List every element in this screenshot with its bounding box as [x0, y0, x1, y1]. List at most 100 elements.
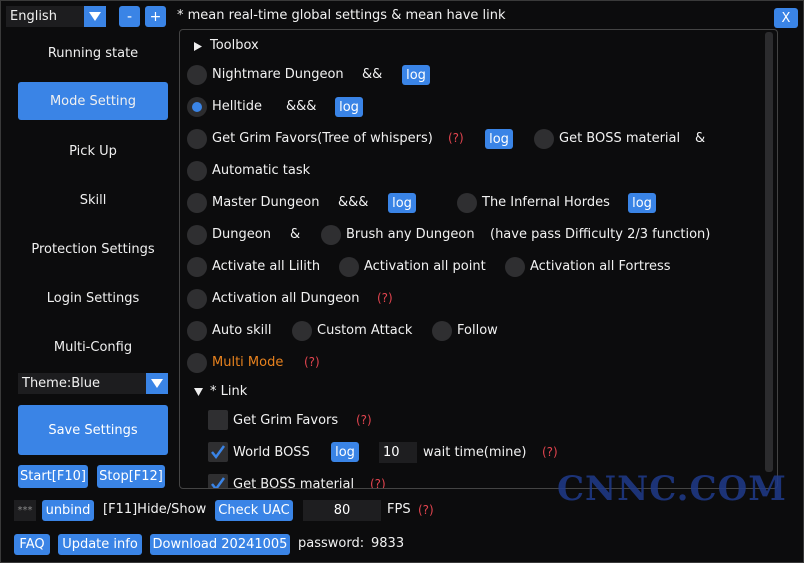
boss-material-radio[interactable] [534, 129, 554, 149]
link-boss-material-label: Get BOSS material [233, 477, 355, 489]
auto-skill-radio[interactable] [187, 321, 207, 341]
world-boss-log-button[interactable]: log [331, 442, 359, 462]
start-button[interactable]: Start[F10] [18, 465, 88, 488]
faq-button[interactable]: FAQ [14, 534, 50, 555]
fps-input[interactable]: 80 [303, 500, 381, 521]
grim-favors-help[interactable]: (?) [448, 131, 464, 145]
world-boss-checkbox[interactable] [208, 442, 228, 462]
wait-time-help[interactable]: (?) [542, 445, 558, 459]
save-settings-button[interactable]: Save Settings [18, 405, 168, 455]
sidebar-item-protection-settings[interactable]: Protection Settings [18, 230, 168, 268]
activation-point-label: Activation all point [364, 259, 486, 274]
sidebar-item-mode-setting[interactable]: Mode Setting [18, 82, 168, 120]
password-value: 9833 [371, 536, 405, 551]
stop-button[interactable]: Stop[F12] [97, 465, 165, 488]
sidebar-item-skill[interactable]: Skill [18, 181, 168, 219]
brush-dungeon-note: (have pass Difficulty 2/3 function) [490, 227, 711, 242]
brush-dungeon-radio[interactable] [321, 225, 341, 245]
link-boss-material-help[interactable]: (?) [370, 477, 386, 488]
nightmare-link-marker: && [362, 67, 383, 82]
activation-point-radio[interactable] [339, 257, 359, 277]
activation-dungeon-radio[interactable] [187, 289, 207, 309]
wait-time-label: wait time(mine) [423, 445, 527, 460]
scrollbar[interactable] [765, 32, 773, 472]
custom-attack-radio[interactable] [292, 321, 312, 341]
helltide-label: Helltide [212, 99, 262, 114]
activation-dungeon-help[interactable]: (?) [377, 291, 393, 305]
activate-lilith-label: Activate all Lilith [212, 259, 321, 274]
automatic-task-label: Automatic task [212, 163, 311, 178]
checkmark-icon [211, 477, 226, 488]
automatic-task-radio[interactable] [187, 161, 207, 181]
sidebar-item-login-settings[interactable]: Login Settings [18, 279, 168, 317]
auto-skill-label: Auto skill [212, 323, 272, 338]
sidebar-item-multi-config[interactable]: Multi-Config [18, 328, 168, 366]
collapse-arrow-icon[interactable] [194, 388, 203, 396]
grim-favors-log-button[interactable]: log [485, 129, 513, 149]
dungeon-radio[interactable] [187, 225, 207, 245]
download-button[interactable]: Download 20241005 [150, 534, 290, 555]
activation-fortress-label: Activation all Fortress [530, 259, 671, 274]
multi-mode-label: Multi Mode [212, 355, 284, 370]
helltide-radio[interactable] [187, 97, 207, 117]
close-button[interactable]: X [774, 8, 798, 28]
multi-mode-radio[interactable] [187, 353, 207, 373]
dungeon-link-marker: & [290, 227, 301, 242]
dungeon-label: Dungeon [212, 227, 271, 242]
activate-lilith-radio[interactable] [187, 257, 207, 277]
fps-help[interactable]: (?) [418, 503, 434, 517]
hotkey-field[interactable]: *** [14, 500, 36, 521]
nightmare-log-button[interactable]: log [402, 65, 430, 85]
follow-radio[interactable] [432, 321, 452, 341]
activation-fortress-radio[interactable] [505, 257, 525, 277]
nightmare-label: Nightmare Dungeon [212, 67, 344, 82]
fps-label: FPS [387, 502, 411, 517]
link-grim-favors-help[interactable]: (?) [356, 413, 372, 427]
watermark: CNNC.COM [557, 469, 787, 509]
expand-arrow-icon[interactable] [194, 42, 202, 51]
infernal-hordes-radio[interactable] [457, 193, 477, 213]
activation-dungeon-label: Activation all Dungeon [212, 291, 360, 306]
checkmark-icon [211, 445, 226, 460]
chevron-down-icon [146, 373, 168, 394]
master-dungeon-radio[interactable] [187, 193, 207, 213]
master-dungeon-log-button[interactable]: log [388, 193, 416, 213]
password-label: password: [298, 536, 365, 551]
nightmare-radio[interactable] [187, 65, 207, 85]
boss-material-link-marker: & [695, 131, 706, 146]
master-dungeon-link-marker: &&& [338, 195, 369, 210]
check-uac-button[interactable]: Check UAC [215, 500, 293, 521]
theme-select[interactable]: Theme:Blue [18, 373, 168, 394]
infernal-hordes-log-button[interactable]: log [628, 193, 656, 213]
language-value: English [10, 9, 57, 24]
helltide-link-marker: &&& [286, 99, 317, 114]
mode-settings-panel: Toolbox Nightmare Dungeon && log Helltid… [179, 29, 778, 489]
link-boss-material-checkbox[interactable] [208, 474, 228, 488]
brush-dungeon-label: Brush any Dungeon [346, 227, 475, 242]
language-select[interactable]: English [6, 6, 106, 27]
grim-favors-radio[interactable] [187, 129, 207, 149]
sidebar-item-running-state[interactable]: Running state [18, 34, 168, 72]
theme-value: Theme:Blue [22, 376, 100, 391]
infernal-hordes-label: The Infernal Hordes [482, 195, 610, 210]
zoom-out-button[interactable]: - [119, 6, 140, 27]
boss-material-label: Get BOSS material [559, 131, 681, 146]
link-grim-favors-checkbox[interactable] [208, 410, 228, 430]
chevron-down-icon [84, 6, 106, 27]
wait-time-input[interactable]: 10 [379, 442, 417, 463]
helltide-log-button[interactable]: log [335, 97, 363, 117]
master-dungeon-label: Master Dungeon [212, 195, 320, 210]
unbind-button[interactable]: unbind [42, 500, 94, 521]
custom-attack-label: Custom Attack [317, 323, 413, 338]
grim-favors-label: Get Grim Favors(Tree of whispers) [212, 131, 433, 146]
link-header[interactable]: * Link [210, 384, 247, 399]
link-grim-favors-label: Get Grim Favors [233, 413, 339, 428]
sidebar-item-pick-up[interactable]: Pick Up [18, 132, 168, 170]
update-info-button[interactable]: Update info [58, 534, 142, 555]
toolbox-header[interactable]: Toolbox [210, 38, 259, 53]
world-boss-label: World BOSS [233, 445, 310, 460]
multi-mode-help[interactable]: (?) [304, 355, 320, 369]
legend-text: * mean real-time global settings & mean … [177, 8, 506, 23]
zoom-in-button[interactable]: + [145, 6, 166, 27]
follow-label: Follow [457, 323, 498, 338]
